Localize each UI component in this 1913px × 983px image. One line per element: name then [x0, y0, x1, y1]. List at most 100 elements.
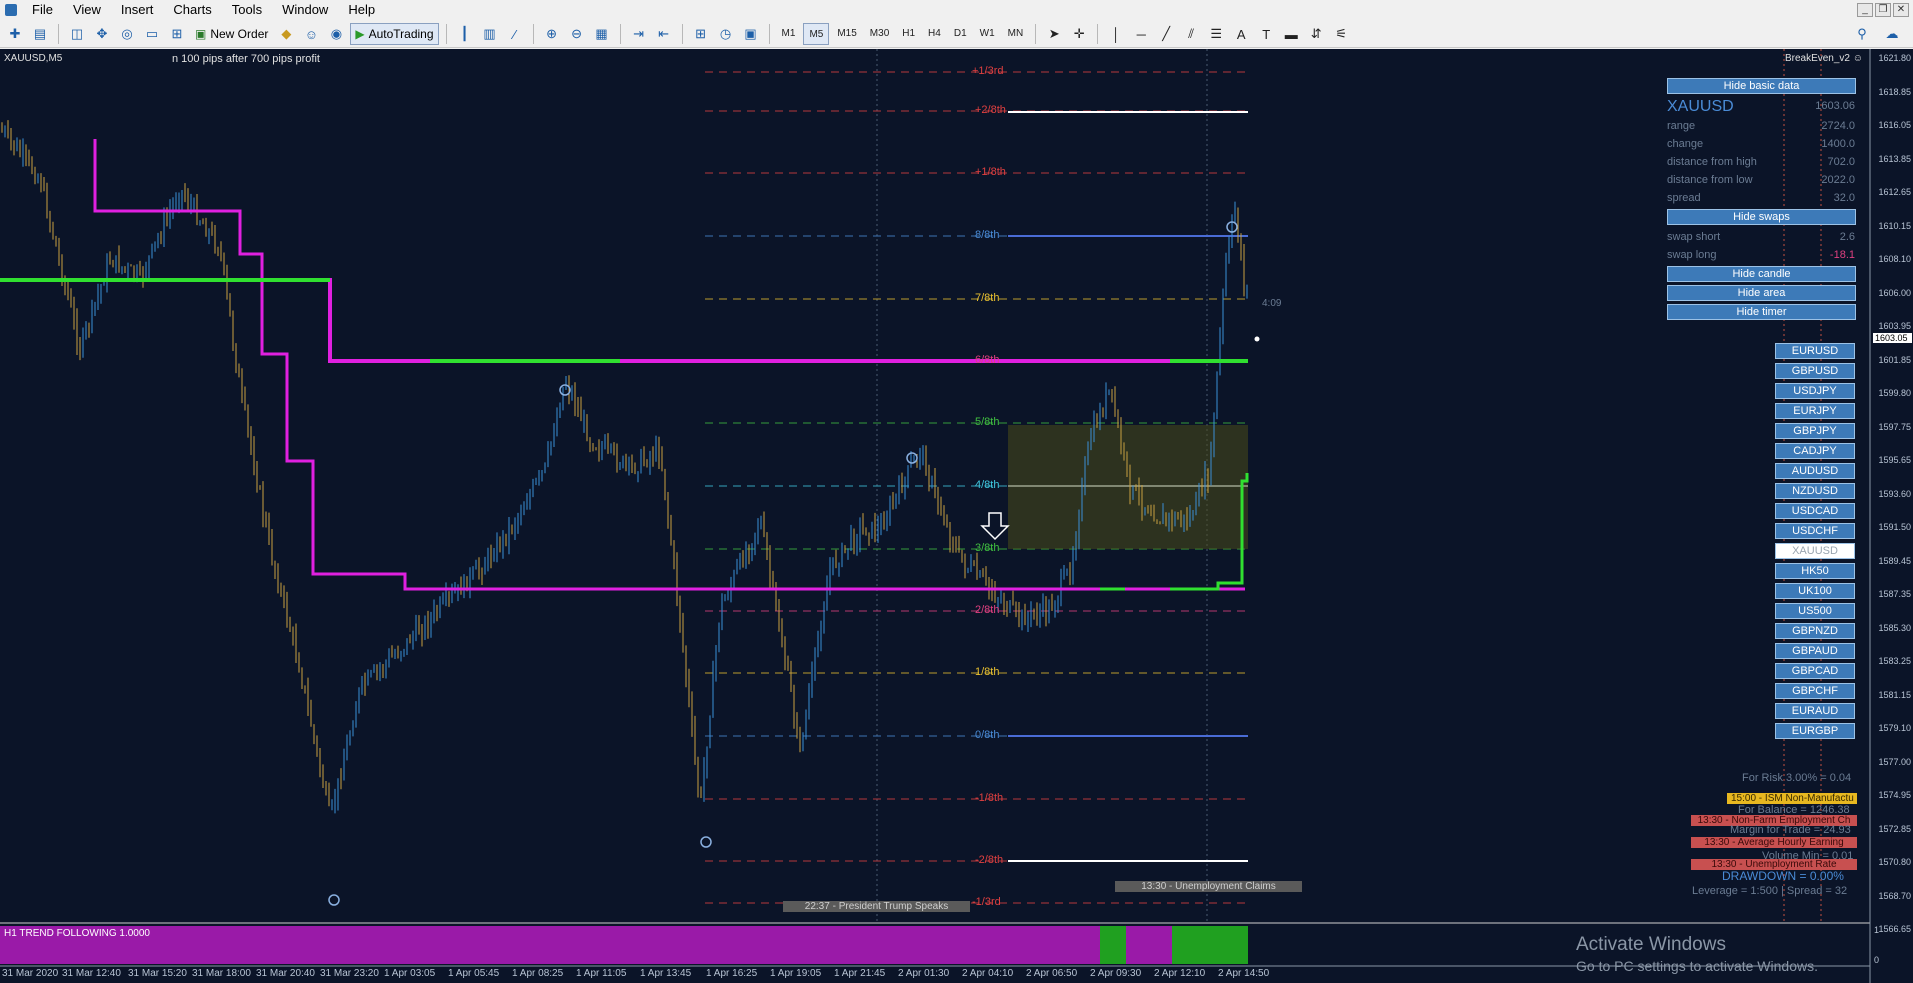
hide-timer-button[interactable]: Hide timer — [1667, 304, 1856, 320]
text-tool-icon[interactable]: A — [1230, 23, 1252, 45]
chart-shift-icon[interactable]: ⇤ — [653, 23, 675, 45]
crosshair-icon[interactable]: ✛ — [1068, 23, 1090, 45]
menu-help[interactable]: Help — [338, 0, 385, 20]
cursor-icon[interactable]: ➤ — [1043, 23, 1065, 45]
bar-chart-icon[interactable]: ┃ — [454, 23, 476, 45]
trend-histogram-bar — [170, 926, 172, 964]
symbol-button-us500[interactable]: US500 — [1775, 603, 1855, 619]
auto-scroll-icon[interactable]: ⇥ — [628, 23, 650, 45]
new-order-button[interactable]: ▣ New Order — [191, 23, 272, 45]
menu-window[interactable]: Window — [272, 0, 338, 20]
symbol-button-usdjpy[interactable]: USDJPY — [1775, 383, 1855, 399]
symbol-button-usdcad[interactable]: USDCAD — [1775, 503, 1855, 519]
symbol-button-gbpcad[interactable]: GBPCAD — [1775, 663, 1855, 679]
navigator-icon[interactable]: ✥ — [91, 23, 113, 45]
symbol-button-eurusd[interactable]: EURUSD — [1775, 343, 1855, 359]
horizontal-line-icon[interactable]: ─ — [1130, 23, 1152, 45]
symbol-button-gbpaud[interactable]: GBPAUD — [1775, 643, 1855, 659]
symbol-button-uk100[interactable]: UK100 — [1775, 583, 1855, 599]
periods-icon[interactable]: ◷ — [715, 23, 737, 45]
trend-histogram-bar — [926, 926, 928, 964]
candlestick-icon[interactable]: ▥ — [479, 23, 501, 45]
menu-file[interactable]: File — [22, 0, 63, 20]
shapes-icon[interactable]: ▬ — [1280, 23, 1302, 45]
metaeditor-icon[interactable]: ◆ — [275, 23, 297, 45]
market-watch-icon[interactable]: ◫ — [66, 23, 88, 45]
symbol-button-eurgbp[interactable]: EURGBP — [1775, 723, 1855, 739]
search-icon[interactable]: ⚲ — [1851, 23, 1873, 45]
trend-histogram-bar — [456, 926, 458, 964]
price-chart[interactable]: XAUUSD,M5 n 100 pips after 700 pips prof… — [0, 49, 1913, 983]
text-label-icon[interactable]: T — [1255, 23, 1277, 45]
timeframe-h1[interactable]: H1 — [897, 23, 920, 45]
fibonacci-icon[interactable]: ☰ — [1205, 23, 1227, 45]
timeframe-d1[interactable]: D1 — [949, 23, 972, 45]
timeframe-h4[interactable]: H4 — [923, 23, 946, 45]
symbol-button-cadjpy[interactable]: CADJPY — [1775, 443, 1855, 459]
zoom-in-icon[interactable]: ⊕ — [541, 23, 563, 45]
channel-icon[interactable]: ⫽ — [1180, 23, 1202, 45]
indicators-icon[interactable]: ⊞ — [690, 23, 712, 45]
market-icon[interactable]: ◉ — [325, 23, 347, 45]
menu-insert[interactable]: Insert — [111, 0, 164, 20]
more-tools-icon[interactable]: ⚟ — [1330, 23, 1352, 45]
murrey-level-label: 1/8th — [975, 666, 1000, 678]
timeframe-mn[interactable]: MN — [1003, 23, 1029, 45]
symbol-button-gbpusd[interactable]: GBPUSD — [1775, 363, 1855, 379]
symbol-button-eurjpy[interactable]: EURJPY — [1775, 403, 1855, 419]
hide-candle-button[interactable]: Hide candle — [1667, 266, 1856, 282]
close-icon[interactable]: ✕ — [1893, 3, 1909, 17]
restore-icon[interactable]: ❐ — [1875, 3, 1891, 17]
hide-area-button[interactable]: Hide area — [1667, 285, 1856, 301]
trend-histogram-bar — [746, 926, 748, 964]
trend-histogram-bar — [1068, 926, 1070, 964]
timeframe-m30[interactable]: M30 — [865, 23, 894, 45]
menu-charts[interactable]: Charts — [163, 0, 221, 20]
hide-swaps-button[interactable]: Hide swaps — [1667, 209, 1856, 225]
symbol-button-hk50[interactable]: HK50 — [1775, 563, 1855, 579]
trend-histogram-bar — [1134, 926, 1136, 964]
data-window-icon[interactable]: ◎ — [116, 23, 138, 45]
symbol-button-gbpnzd[interactable]: GBPNZD — [1775, 623, 1855, 639]
symbol-button-gbpjpy[interactable]: GBPJPY — [1775, 423, 1855, 439]
terminal-icon[interactable]: ▭ — [141, 23, 163, 45]
timeframe-m15[interactable]: M15 — [832, 23, 861, 45]
symbol-button-euraud[interactable]: EURAUD — [1775, 703, 1855, 719]
arrows-icon[interactable]: ⇵ — [1305, 23, 1327, 45]
trend-histogram-bar — [1100, 926, 1102, 964]
zoom-out-icon[interactable]: ⊖ — [566, 23, 588, 45]
price-tick-label: 1587.35 — [1878, 589, 1911, 599]
autotrading-button[interactable]: ▶ AutoTrading — [350, 23, 439, 45]
trend-histogram-bar — [736, 926, 738, 964]
symbol-button-xauusd[interactable]: XAUUSD — [1775, 543, 1855, 559]
tile-windows-icon[interactable]: ▦ — [591, 23, 613, 45]
trend-histogram-bar — [904, 926, 906, 964]
symbol-button-gbpchf[interactable]: GBPCHF — [1775, 683, 1855, 699]
line-chart-icon[interactable]: ∕ — [504, 23, 526, 45]
trendline-icon[interactable]: ╱ — [1155, 23, 1177, 45]
time-tick-label: 31 Mar 12:40 — [62, 968, 121, 979]
profiles-icon[interactable]: ▤ — [29, 23, 51, 45]
symbol-button-audusd[interactable]: AUDUSD — [1775, 463, 1855, 479]
trend-histogram-bar — [574, 926, 576, 964]
timeframe-m1[interactable]: M1 — [777, 23, 801, 45]
symbol-button-usdchf[interactable]: USDCHF — [1775, 523, 1855, 539]
symbol-button-nzdusd[interactable]: NZDUSD — [1775, 483, 1855, 499]
menu-tools[interactable]: Tools — [222, 0, 272, 20]
vertical-line-icon[interactable]: │ — [1105, 23, 1127, 45]
price-axis[interactable]: 1621.80 1618.85 1616.05 1613.85 1612.65 1610.… — [1870, 49, 1913, 934]
hide-basic-data-button[interactable]: Hide basic data — [1667, 78, 1856, 94]
trend-histogram-bar — [552, 926, 554, 964]
minimize-icon[interactable]: _ — [1857, 3, 1873, 17]
chat-icon[interactable]: ☁ — [1881, 23, 1903, 45]
trend-histogram-bar — [956, 926, 958, 964]
timeframe-w1[interactable]: W1 — [975, 23, 1000, 45]
timeframe-m5[interactable]: M5 — [803, 23, 830, 45]
menu-view[interactable]: View — [63, 0, 111, 20]
trend-histogram-bar — [950, 926, 952, 964]
new-chart-icon[interactable]: ✚ — [4, 23, 26, 45]
tester-icon[interactable]: ⊞ — [166, 23, 188, 45]
templates-icon[interactable]: ▣ — [740, 23, 762, 45]
time-tick-label: 31 Mar 15:20 — [128, 968, 187, 979]
signals-icon[interactable]: ☺ — [300, 23, 322, 45]
